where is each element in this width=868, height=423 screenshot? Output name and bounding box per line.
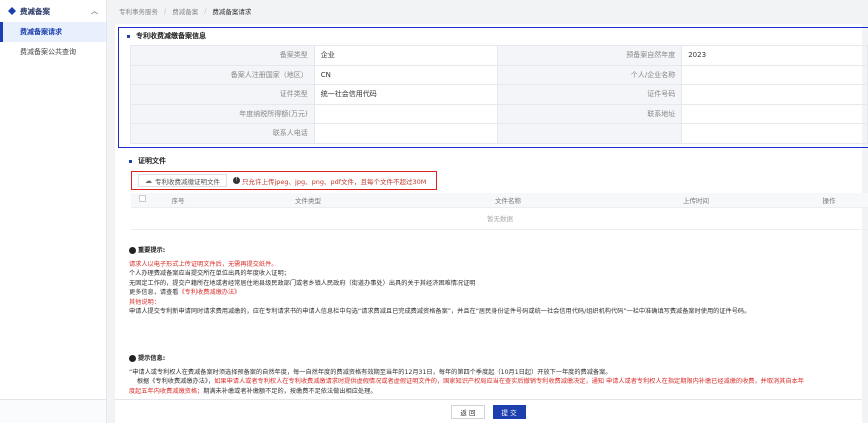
field-value <box>681 64 868 85</box>
tips-bullet-icon <box>129 355 136 363</box>
table-row: 联系人电话 <box>130 123 868 144</box>
diamond-icon <box>8 7 16 15</box>
breadcrumb-item[interactable]: 费减备案 <box>172 6 198 16</box>
notice-line: 申请人提交专利新申请同时请求费用减缴的，应在专利请求书的申请人信息栏中勾选“请求… <box>129 308 751 315</box>
notice-line: 其他说明： <box>129 298 160 306</box>
filing-info-table: 备案类型 企业 预备案自然年度 2023 备案人注册国家（地区） CN 个人/企… <box>130 45 868 144</box>
field-value: CN <box>313 64 499 85</box>
table-header-row: 序号 文件类型 文件名称 上传时间 操作 <box>131 193 868 208</box>
column-header: 文件类型 <box>203 193 413 208</box>
column-header: 上传时间 <box>603 193 789 208</box>
field-value <box>681 84 868 105</box>
field-label: 联系地址 <box>497 103 683 124</box>
tips-title-text: 提示信息: <box>138 355 166 362</box>
sidebar-item-request[interactable]: 费减备案请求 <box>0 22 106 42</box>
filing-info-section: 专利收费减缴备案信息 备案类型 企业 预备案自然年度 2023 备案人注册国家（… <box>118 27 868 148</box>
field-label <box>497 123 683 144</box>
notice-line: 个人办理费减备案应当提交所在单位出具的年度收入证明； <box>129 270 290 277</box>
section-title-text: 专利收费减缴备案信息 <box>136 32 206 40</box>
notice-line: 请求人以电子形式上传证明文件后，无需再提交纸件。 <box>129 260 278 268</box>
tips-line: 根据《专利收费减缴办法》，如果申请人或者专利权人在专利收费减缴请求时提供虚假情况… <box>129 377 868 387</box>
tips-line: 度起五年内收费减缴资格；期满未补缴或者补缴额不足的，按缴费不足依法做出相应处理。 <box>129 387 868 397</box>
column-header: 操作 <box>789 193 868 208</box>
breadcrumb: 专利事务服务 / 费减备案 / 费减备案请求 <box>107 0 868 22</box>
notice-title: 重要提示: <box>129 246 868 256</box>
field-label: 个人/企业名称 <box>497 64 683 85</box>
breadcrumb-separator: / <box>164 7 167 15</box>
field-value <box>313 123 499 144</box>
regulation-link[interactable]: 《专利收费减缴办法》 <box>179 289 241 296</box>
notice-line: 更多信息，请查看《专利收费减缴办法》 <box>129 288 868 298</box>
upload-button[interactable]: ☁ 专利收费减缴证明文件 <box>138 174 227 187</box>
file-table: 序号 文件类型 文件名称 上传时间 操作 暂无数据 <box>131 193 868 230</box>
notice-line: 无固定工作的，提交户籍所在地或者经常居住地县级民政部门或者乡镇人民政府（街道办事… <box>129 279 476 287</box>
submit-button[interactable]: 提 交 <box>492 404 526 419</box>
table-empty-row: 暂无数据 <box>131 207 868 230</box>
field-label: 备案人注册国家（地区） <box>130 64 315 85</box>
upload-hint: ! 只允许上传jpeg、jpg、png、pdf文件，且每个文件不超过30M <box>233 176 426 186</box>
field-label: 证件类型 <box>130 84 315 105</box>
info-icon: ! <box>233 177 240 184</box>
field-label: 备案类型 <box>130 45 315 66</box>
column-header: 序号 <box>153 193 203 208</box>
field-value: 统一社会信用代码 <box>313 84 499 105</box>
notice-text: 更多信息，请查看 <box>129 289 179 296</box>
section-title: 证明文件 <box>129 154 868 168</box>
action-bar: 返 回 提 交 <box>115 399 862 423</box>
notice-bullet-icon <box>129 247 136 255</box>
bullet-icon <box>127 34 130 38</box>
field-label: 预备案自然年度 <box>497 45 683 66</box>
upload-hint-text: 只允许上传jpeg、jpg、png、pdf文件，且每个文件不超过30M <box>242 177 427 186</box>
breadcrumb-separator: / <box>204 7 207 15</box>
field-label: 年度纳税所得额(万元) <box>130 103 315 124</box>
table-row: 备案人注册国家（地区） CN 个人/企业名称 <box>130 64 868 85</box>
field-value <box>313 103 499 124</box>
proof-documents-section: 证明文件 ☁ 专利收费减缴证明文件 ! 只允许上传jpeg、jpg、png、pd… <box>129 154 868 230</box>
sidebar-item-label: 费减备案请求 <box>20 28 62 36</box>
field-value <box>681 103 868 124</box>
tips-section: 提示信息: “申请人或专利权人在费减备案时须选择预备案的自然年度，每一自然年度的… <box>129 354 868 396</box>
table-row: 备案类型 企业 预备案自然年度 2023 <box>130 45 868 66</box>
column-header: 文件名称 <box>413 193 603 208</box>
cloud-upload-icon: ☁ <box>145 176 152 185</box>
field-label: 联系人电话 <box>130 123 315 144</box>
tips-text: 期满未补缴或者补缴额不足的，按缴费不足依法做出相应处理。 <box>203 387 377 395</box>
notice-title-text: 重要提示: <box>138 247 166 254</box>
empty-text: 暂无数据 <box>131 207 868 230</box>
sidebar-footer <box>0 399 106 423</box>
content-panel: 专利收费减缴备案信息 备案类型 企业 预备案自然年度 2023 备案人注册国家（… <box>115 24 868 423</box>
select-all-header[interactable] <box>131 193 153 208</box>
bullet-icon <box>129 159 132 163</box>
breadcrumb-current: 费减备案请求 <box>212 8 252 16</box>
tips-text: 根据《专利收费减缴办法》， <box>136 378 215 385</box>
tips-title: 提示信息: <box>129 354 868 364</box>
sidebar-group-label: 费减备案 <box>20 6 50 16</box>
field-value <box>681 123 868 144</box>
upload-area: ☁ 专利收费减缴证明文件 ! 只允许上传jpeg、jpg、png、pdf文件，且… <box>131 171 437 190</box>
section-title: 专利收费减缴备案信息 <box>119 28 868 44</box>
important-notice: 重要提示: 请求人以电子形式上传证明文件后，无需再提交纸件。 个人办理费减备案应… <box>129 246 868 317</box>
sidebar-group-fee-reduction[interactable]: 费减备案 ︿ <box>0 0 106 22</box>
sidebar: 费减备案 ︿ 费减备案请求 费减备案公共查询 <box>0 0 107 423</box>
field-value: 企业 <box>313 45 499 66</box>
tips-warning-text: 如果申请人或者专利权人在专利收费减缴请求时提供虚假情况或者虚假证明文件的，国家知… <box>214 378 804 385</box>
field-label: 证件号码 <box>497 84 683 105</box>
sidebar-item-label: 费减备案公共查询 <box>20 48 76 56</box>
back-button[interactable]: 返 回 <box>451 404 485 419</box>
section-title-text: 证明文件 <box>138 157 166 165</box>
breadcrumb-item[interactable]: 专利事务服务 <box>119 6 158 16</box>
chevron-up-icon[interactable]: ︿ <box>91 6 98 16</box>
tips-warning-text: 度起五年内收费减缴资格； <box>129 387 204 395</box>
app-root: 费减备案 ︿ 费减备案请求 费减备案公共查询 专利事务服务 / 费减备案 / 费… <box>0 0 868 423</box>
table-row: 证件类型 统一社会信用代码 证件号码 <box>130 84 868 105</box>
table-row: 年度纳税所得额(万元) 联系地址 <box>130 103 868 124</box>
select-all-checkbox[interactable] <box>138 195 146 203</box>
main-area: 专利事务服务 / 费减备案 / 费减备案请求 专利收费减缴备案信息 备案类型 企… <box>107 0 868 423</box>
sidebar-item-public-query[interactable]: 费减备案公共查询 <box>0 42 106 62</box>
tips-line: “申请人或专利权人在费减备案时须选择预备案的自然年度，每一自然年度的费减资格有效… <box>129 368 612 376</box>
field-value: 2023 <box>681 45 868 66</box>
upload-button-label: 专利收费减缴证明文件 <box>155 177 220 186</box>
